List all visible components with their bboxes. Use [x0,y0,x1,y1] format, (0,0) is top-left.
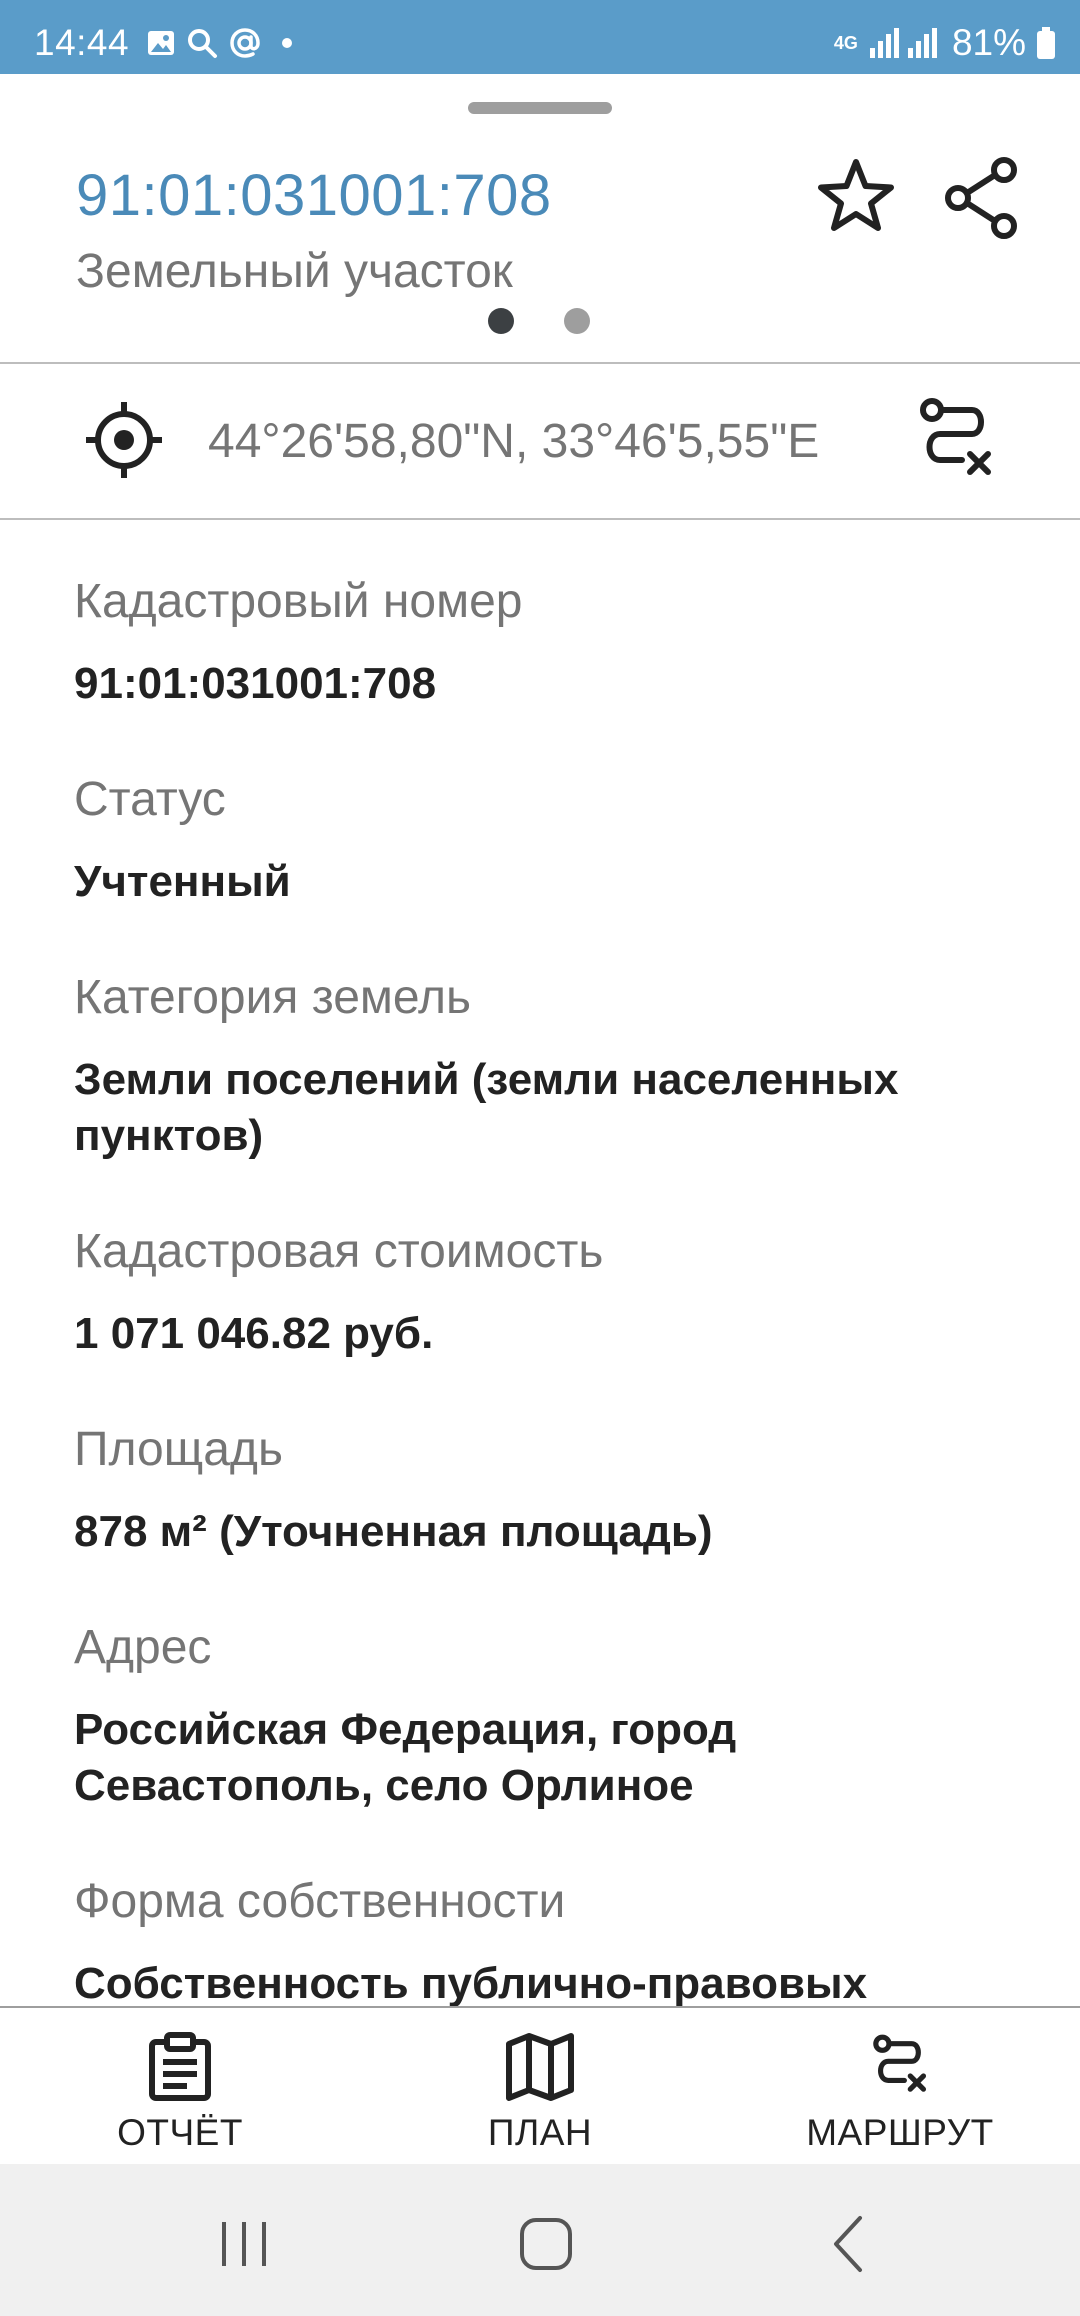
report-button[interactable]: ОТЧЁТ [30,2008,330,2164]
field-ownership-form: Форма собственности Собственность публич… [74,1874,1034,2012]
plan-label: ПЛАН [487,2112,593,2153]
field-value: Российская Федерация, город Севастополь,… [74,1705,737,1810]
route-label: МАРШРУТ [806,2112,994,2153]
field-land-category: Категория земель Земли поселений (земли … [74,970,1034,1164]
search-icon [186,27,218,59]
recent-apps-button[interactable] [204,2204,284,2284]
plan-button[interactable]: ПЛАН [390,2008,690,2164]
route-icon [920,398,991,475]
field-value: 91:01:031001:708 [74,659,437,708]
field-value: 1 071 046.82 руб. [74,1309,434,1358]
field-label: Форма собственности [74,1875,566,1928]
field-status: Статус Учтенный [74,772,1034,910]
gallery-icon [146,28,176,58]
report-label: ОТЧЁТ [117,2112,243,2153]
field-value: Учтенный [74,857,291,906]
page-indicator [488,308,590,334]
locate-button[interactable] [84,400,164,480]
star-icon [818,159,894,231]
back-icon [834,2216,862,2272]
dot-icon [272,28,302,58]
favorite-button[interactable] [812,154,900,242]
status-system-icons: 4G 81% [834,22,1056,64]
coordinates-row: 44°26'58,80"N, 33°46'5,55"E [0,364,1080,518]
at-icon [228,26,262,60]
share-button[interactable] [938,154,1026,242]
system-navigation-bar [0,2164,1080,2316]
page-indicator-dot[interactable] [564,308,590,334]
recent-apps-icon [222,2222,266,2266]
status-notification-icons [146,26,302,60]
field-area: Площадь 878 м² (Уточненная площадь) [74,1422,1034,1560]
field-label: Кадастровая стоимость [74,1225,604,1278]
battery-percent: 81% [951,22,1026,63]
map-icon [506,2033,574,2101]
status-bar: 14:44 4G 81% [0,0,1080,74]
share-icon [945,157,1017,239]
battery-icon [1036,26,1056,60]
details-list[interactable]: Кадастровый номер 91:01:031001:708 Стату… [0,520,1080,2080]
network-label: 4G [833,33,858,53]
field-value: Собственность публично-правовых [74,1959,868,2008]
page-title: 91:01:031001:708 [76,163,552,228]
drag-handle[interactable] [468,102,612,114]
field-value: 878 м² (Уточненная площадь) [74,1507,713,1556]
back-button[interactable] [808,2204,888,2284]
field-label: Площадь [74,1423,283,1476]
crosshair-icon [86,402,162,478]
home-button[interactable] [506,2204,586,2284]
page-indicator-dot-active[interactable] [488,308,514,334]
field-address: Адрес Российская Федерация, город Севаст… [74,1620,1034,1814]
route-icon [873,2034,927,2092]
page-subtitle: Земельный участок [76,245,513,298]
field-label: Адрес [74,1621,212,1674]
status-time: 14:44 [34,22,130,63]
field-label: Статус [74,773,226,826]
route-nav-button[interactable]: МАРШРУТ [750,2008,1050,2164]
field-label: Кадастровый номер [74,575,523,628]
details-sheet: 91:01:031001:708 Земельный участок 44°26… [0,74,1080,2164]
field-label: Категория земель [74,971,472,1024]
home-icon [520,2218,572,2270]
coordinates-text[interactable]: 44°26'58,80"N, 33°46'5,55"E [208,414,819,469]
clipboard-icon [149,2032,211,2101]
field-cadastral-number: Кадастровый номер 91:01:031001:708 [74,574,1034,712]
field-cadastral-value: Кадастровая стоимость 1 071 046.82 руб. [74,1224,1034,1362]
route-button[interactable] [914,394,998,484]
signal-icon [868,26,942,60]
bottom-action-bar: ОТЧЁТ ПЛАН МАРШРУТ [0,2006,1080,2164]
field-value: Земли поселений (земли населенных пункто… [74,1055,899,1160]
